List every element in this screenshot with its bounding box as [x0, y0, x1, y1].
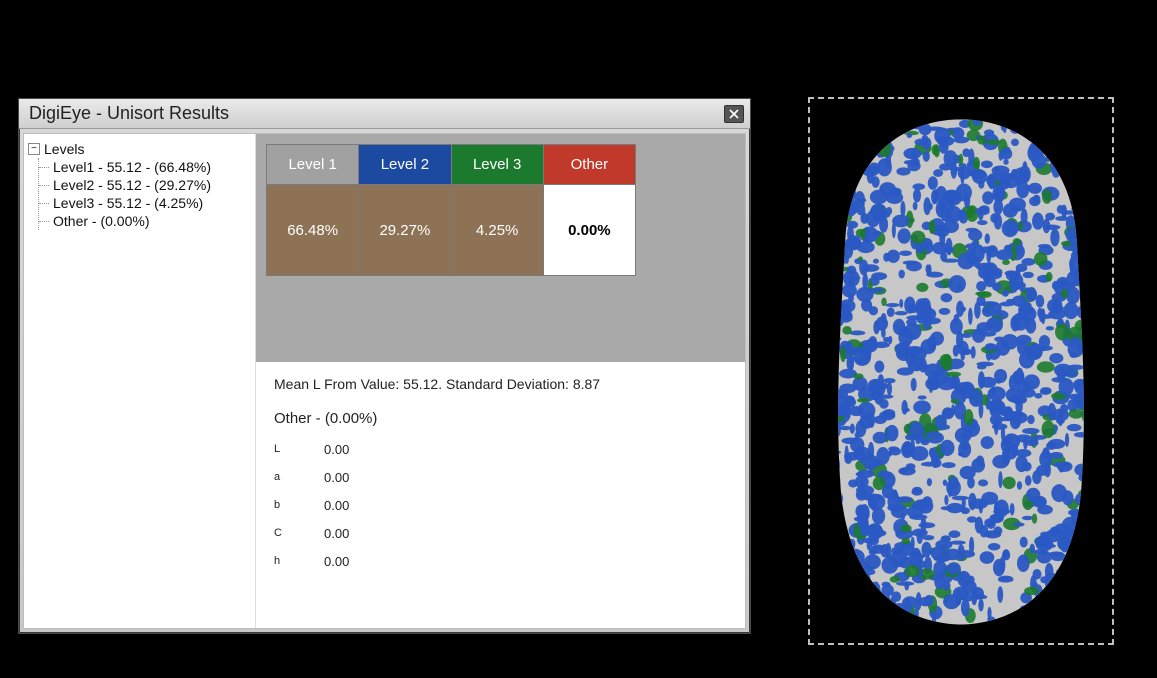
lab-label-L: L	[274, 443, 324, 455]
lab-value-b: 0.00	[324, 498, 384, 513]
levels-grid-col-2: Level 2 29.27%	[359, 145, 451, 275]
lab-row-C: C 0.00	[274, 519, 727, 547]
dialog-body: − Levels Level1 - 55.12 - (66.48%) Level…	[23, 133, 746, 629]
level3-header[interactable]: Level 3	[452, 145, 543, 185]
segmented-sample-preview[interactable]	[808, 97, 1114, 645]
mean-stddev-line: Mean L From Value: 55.12. Standard Devia…	[274, 376, 727, 392]
tree-item-level2[interactable]: Level2 - 55.12 - (29.27%)	[39, 176, 251, 194]
lab-values-table: L 0.00 a 0.00 b 0.00 C 0.00	[274, 435, 727, 575]
tree-root-label: Levels	[44, 140, 84, 158]
level1-header[interactable]: Level 1	[267, 145, 358, 185]
content-panel: Level 1 66.48% Level 2 29.27% Level 3 4.…	[256, 134, 745, 628]
info-area: Mean L From Value: 55.12. Standard Devia…	[256, 362, 745, 589]
levels-grid-col-1: Level 1 66.48%	[267, 145, 359, 275]
lab-value-C: 0.00	[324, 526, 384, 541]
tree-item-other[interactable]: Other - (0.00%)	[39, 212, 251, 230]
tree-item-level3[interactable]: Level3 - 55.12 - (4.25%)	[39, 194, 251, 212]
other-header[interactable]: Other	[544, 145, 635, 185]
lab-row-b: b 0.00	[274, 491, 727, 519]
unisort-results-dialog: DigiEye - Unisort Results − Levels Level…	[18, 98, 751, 634]
dialog-title: DigiEye - Unisort Results	[29, 103, 229, 124]
level1-value: 66.48%	[267, 185, 358, 275]
tree-item-level1[interactable]: Level1 - 55.12 - (66.48%)	[39, 158, 251, 176]
lab-row-a: a 0.00	[274, 463, 727, 491]
lab-label-b: b	[274, 499, 324, 511]
levels-grid-area: Level 1 66.48% Level 2 29.27% Level 3 4.…	[256, 134, 745, 362]
levels-grid-col-other: Other 0.00%	[544, 145, 635, 275]
levels-grid-col-3: Level 3 4.25%	[452, 145, 544, 275]
lab-value-a: 0.00	[324, 470, 384, 485]
lab-value-h: 0.00	[324, 554, 384, 569]
lab-row-L: L 0.00	[274, 435, 727, 463]
level2-header[interactable]: Level 2	[359, 145, 450, 185]
lab-label-C: C	[274, 527, 324, 539]
sample-image-icon	[810, 99, 1112, 643]
other-value: 0.00%	[544, 185, 635, 275]
lab-value-L: 0.00	[324, 442, 384, 457]
tree-children: Level1 - 55.12 - (66.48%) Level2 - 55.12…	[38, 158, 251, 230]
close-button[interactable]	[724, 105, 744, 123]
dialog-titlebar[interactable]: DigiEye - Unisort Results	[19, 99, 750, 129]
lab-label-a: a	[274, 471, 324, 483]
levels-tree: − Levels Level1 - 55.12 - (66.48%) Level…	[24, 134, 256, 628]
close-icon	[729, 103, 739, 124]
tree-collapse-icon[interactable]: −	[28, 143, 40, 155]
level3-value: 4.25%	[452, 185, 543, 275]
lab-label-h: h	[274, 555, 324, 567]
level2-value: 29.27%	[359, 185, 450, 275]
tree-root-levels[interactable]: − Levels	[28, 140, 251, 158]
other-heading: Other - (0.00%)	[274, 410, 727, 427]
levels-grid: Level 1 66.48% Level 2 29.27% Level 3 4.…	[266, 144, 636, 276]
lab-row-h: h 0.00	[274, 547, 727, 575]
